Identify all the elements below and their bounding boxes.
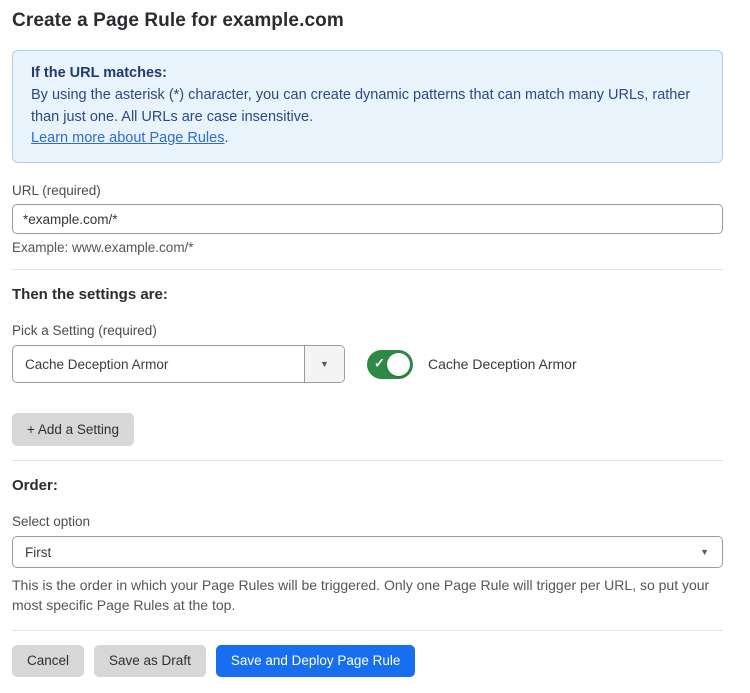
page-title: Create a Page Rule for example.com	[12, 10, 723, 32]
chevron-down-icon: ▼	[700, 547, 709, 557]
save-as-draft-button[interactable]: Save as Draft	[94, 645, 206, 677]
form-actions: Cancel Save as Draft Save and Deploy Pag…	[12, 645, 723, 677]
setting-row: Cache Deception Armor ▼ ✓ Cache Deceptio…	[12, 345, 723, 383]
create-page-rule-form: Create a Page Rule for example.com If th…	[0, 0, 750, 693]
order-helper-text: This is the order in which your Page Rul…	[12, 575, 723, 616]
info-box-body: By using the asterisk (*) character, you…	[31, 85, 704, 129]
order-section-heading: Order:	[12, 477, 723, 494]
chevron-down-icon: ▼	[320, 359, 329, 369]
divider	[12, 630, 723, 631]
pick-setting-label: Pick a Setting (required)	[12, 323, 723, 338]
setting-select-value: Cache Deception Armor	[13, 346, 304, 382]
divider	[12, 460, 723, 461]
settings-section-heading: Then the settings are:	[12, 286, 723, 303]
info-box-link-line: Learn more about Page Rules.	[31, 128, 704, 150]
url-match-info-box: If the URL matches: By using the asteris…	[12, 50, 723, 163]
save-and-deploy-button[interactable]: Save and Deploy Page Rule	[216, 645, 416, 677]
url-example-helper: Example: www.example.com/*	[12, 240, 723, 255]
link-suffix: .	[224, 130, 228, 146]
order-select-value: First	[25, 545, 51, 560]
setting-select[interactable]: Cache Deception Armor ▼	[12, 345, 345, 383]
url-input[interactable]	[12, 204, 723, 234]
learn-more-link[interactable]: Learn more about Page Rules	[31, 130, 224, 146]
toggle-knob	[387, 353, 410, 376]
setting-select-arrow-button[interactable]: ▼	[304, 346, 344, 382]
divider	[12, 269, 723, 270]
order-select[interactable]: First ▼	[12, 536, 723, 568]
check-icon: ✓	[374, 356, 385, 372]
cancel-button[interactable]: Cancel	[12, 645, 84, 677]
url-field-label: URL (required)	[12, 183, 723, 198]
add-setting-button[interactable]: + Add a Setting	[12, 413, 134, 446]
setting-toggle[interactable]: ✓	[367, 350, 413, 379]
setting-toggle-label: Cache Deception Armor	[428, 356, 577, 372]
info-box-heading: If the URL matches:	[31, 63, 704, 85]
order-select-label: Select option	[12, 514, 723, 529]
